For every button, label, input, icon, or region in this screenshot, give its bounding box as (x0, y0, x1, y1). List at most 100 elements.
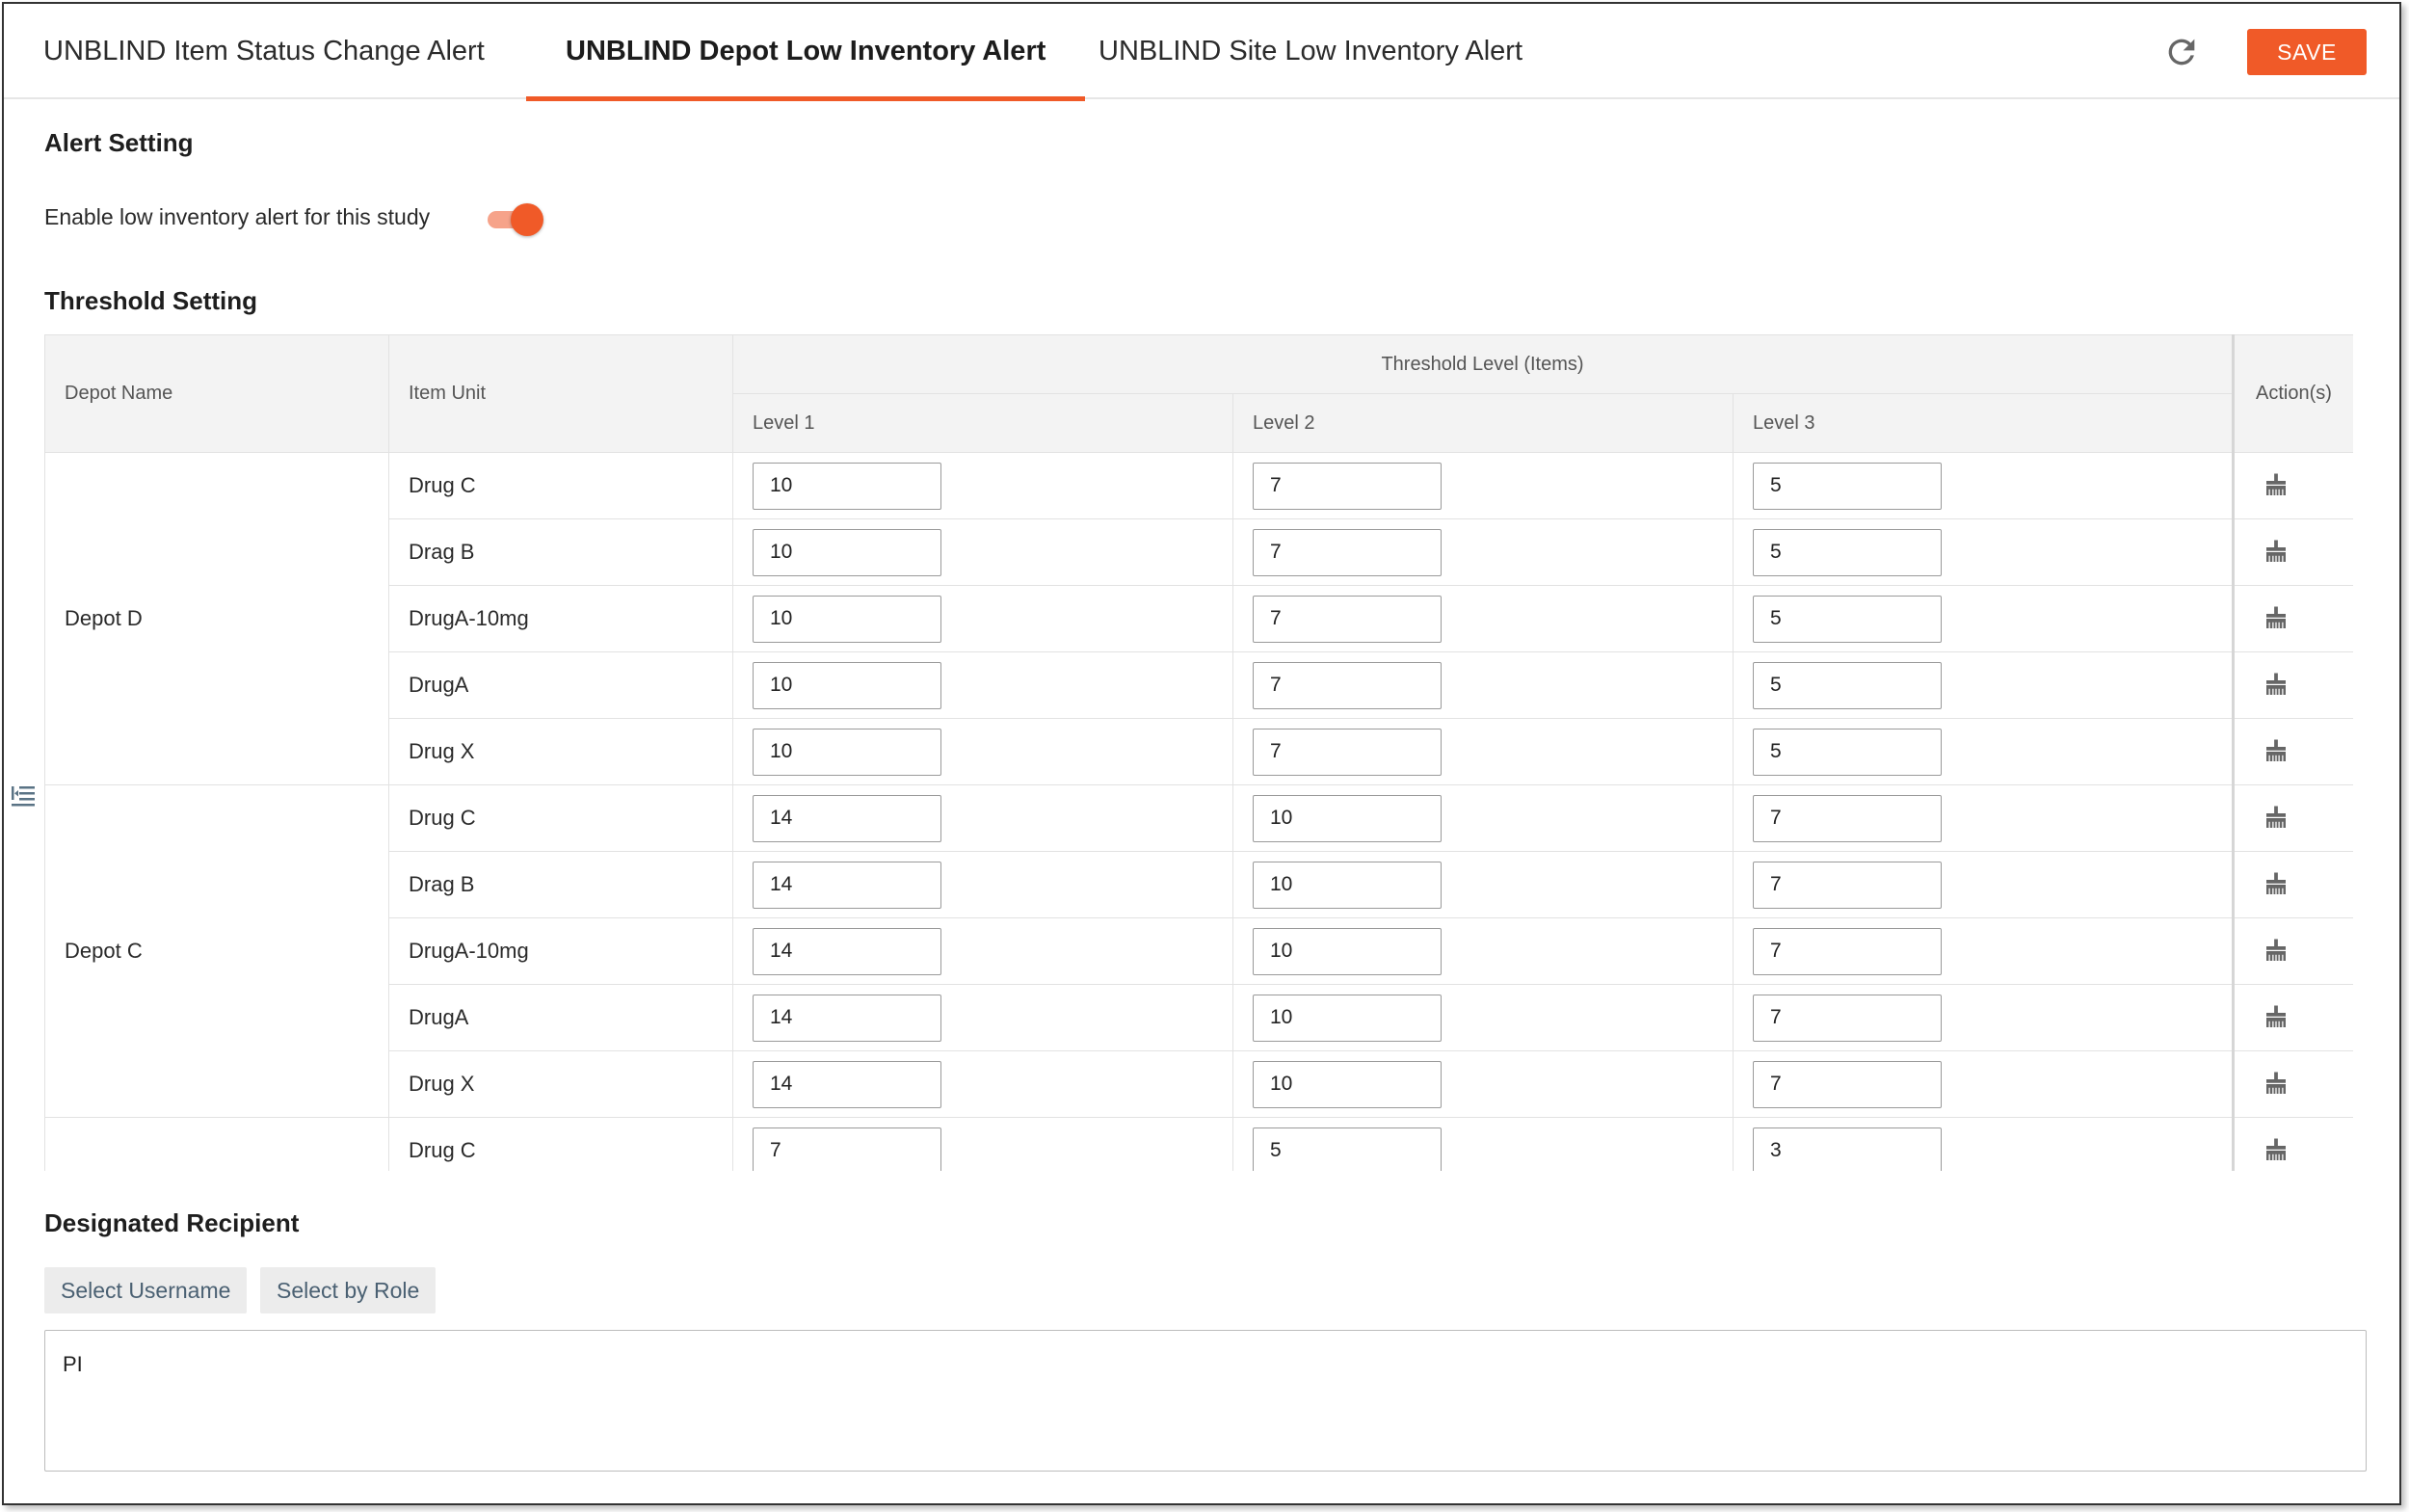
collapse-panel-icon[interactable] (8, 781, 39, 811)
level-3-input[interactable] (1753, 661, 1942, 709)
threshold-table-container[interactable]: Depot Name Item Unit Threshold Level (It… (44, 334, 2353, 1171)
level-1-cell (732, 585, 1233, 652)
level-2-input[interactable] (1253, 462, 1442, 510)
level-2-input[interactable] (1253, 528, 1442, 576)
level-2-cell (1232, 651, 1734, 719)
level-3-input[interactable] (1753, 927, 1942, 975)
level-2-cell (1232, 1050, 1734, 1118)
level-3-cell (1732, 651, 2234, 719)
level-1-cell (732, 917, 1233, 985)
level-2-header: Level 2 (1232, 393, 1734, 453)
action-cell (2232, 651, 2353, 719)
level-2-input[interactable] (1253, 794, 1442, 842)
level-1-input[interactable] (753, 1060, 941, 1108)
table-row: Drag B (45, 518, 2353, 586)
level-1-input[interactable] (753, 595, 941, 643)
broom-icon[interactable] (2262, 538, 2290, 567)
item-unit-cell: Drug C (388, 784, 733, 852)
item-unit-cell: DrugA-10mg (388, 585, 733, 652)
level-1-input[interactable] (753, 528, 941, 576)
tab-item-status-change-alert[interactable]: UNBLIND Item Status Change Alert (4, 4, 524, 99)
level-3-input[interactable] (1753, 728, 1942, 776)
broom-icon[interactable] (2262, 471, 2290, 500)
item-unit-cell: Drag B (388, 518, 733, 586)
broom-icon[interactable] (2262, 737, 2290, 766)
level-3-input[interactable] (1753, 994, 1942, 1042)
action-cell (2232, 1050, 2353, 1118)
item-unit-cell: Drug C (388, 452, 733, 519)
level-3-input[interactable] (1753, 861, 1942, 909)
level-1-input[interactable] (753, 994, 941, 1042)
enable-alert-toggle[interactable] (486, 202, 543, 236)
broom-icon[interactable] (2262, 671, 2290, 700)
level-2-input[interactable] (1253, 861, 1442, 909)
app-window: UNBLIND Item Status Change Alert UNBLIND… (2, 2, 2401, 1505)
table-row: Drag B (45, 851, 2353, 918)
level-3-input[interactable] (1753, 794, 1942, 842)
level-1-input[interactable] (753, 927, 941, 975)
level-1-cell (732, 1050, 1233, 1118)
level-2-cell (1232, 984, 1734, 1051)
tab-depot-low-inventory-alert[interactable]: UNBLIND Depot Low Inventory Alert (526, 4, 1086, 101)
recipient-field[interactable]: PI (44, 1330, 2367, 1472)
table-row: Depot C Drug C (44, 784, 2353, 1118)
select-by-role-button[interactable]: Select by Role (260, 1267, 437, 1313)
level-3-header: Level 3 (1732, 393, 2235, 453)
level-1-cell (732, 518, 1233, 586)
broom-icon[interactable] (2262, 1003, 2290, 1032)
level-3-input[interactable] (1753, 1127, 1942, 1171)
level-2-input[interactable] (1253, 1060, 1442, 1108)
level-2-input[interactable] (1253, 994, 1442, 1042)
action-cell (2232, 851, 2353, 918)
action-cell (2232, 452, 2353, 519)
select-username-button[interactable]: Select Username (44, 1267, 248, 1313)
depot-name-header: Depot Name (44, 334, 389, 453)
level-1-input[interactable] (753, 728, 941, 776)
level-1-cell (732, 784, 1233, 852)
broom-icon[interactable] (2262, 604, 2290, 633)
level-2-input[interactable] (1253, 927, 1442, 975)
designated-recipient-heading: Designated Recipient (44, 1208, 300, 1237)
broom-icon[interactable] (2262, 1136, 2290, 1165)
level-1-header: Level 1 (732, 393, 1233, 453)
level-2-cell (1232, 784, 1734, 852)
broom-icon[interactable] (2262, 870, 2290, 899)
broom-icon[interactable] (2262, 1070, 2290, 1099)
level-2-input[interactable] (1253, 1127, 1442, 1171)
action-cell (2232, 585, 2353, 652)
level-3-cell (1732, 984, 2234, 1051)
level-1-input[interactable] (753, 462, 941, 510)
refresh-icon[interactable] (2162, 33, 2201, 71)
action-cell (2232, 518, 2353, 586)
level-3-cell (1732, 1117, 2234, 1171)
broom-icon[interactable] (2262, 937, 2290, 966)
level-1-cell (732, 651, 1233, 719)
level-3-input[interactable] (1753, 1060, 1942, 1108)
level-3-cell (1732, 718, 2234, 785)
level-1-input[interactable] (753, 1127, 941, 1171)
level-3-input[interactable] (1753, 462, 1942, 510)
table-row: DrugA-10mg (45, 585, 2353, 652)
enable-alert-label: Enable low inventory alert for this stud… (44, 204, 431, 229)
level-1-input[interactable] (753, 661, 941, 709)
level-1-cell (732, 851, 1233, 918)
level-1-input[interactable] (753, 794, 941, 842)
level-2-input[interactable] (1253, 728, 1442, 776)
level-2-cell (1232, 917, 1734, 985)
broom-icon[interactable] (2262, 804, 2290, 833)
level-2-input[interactable] (1253, 595, 1442, 643)
table-row: DrugA-10mg (45, 917, 2353, 985)
threshold-table: Depot Name Item Unit Threshold Level (It… (44, 334, 2353, 1171)
alert-setting-heading: Alert Setting (44, 128, 194, 157)
item-unit-cell: DrugA (388, 984, 733, 1051)
save-button[interactable]: SAVE (2247, 29, 2367, 75)
level-3-cell (1732, 585, 2234, 652)
level-3-input[interactable] (1753, 595, 1942, 643)
item-unit-cell: Drag B (388, 851, 733, 918)
tab-site-low-inventory-alert[interactable]: UNBLIND Site Low Inventory Alert (1059, 4, 1562, 99)
table-row: Drug X (45, 1050, 2353, 1118)
level-1-input[interactable] (753, 861, 941, 909)
level-2-input[interactable] (1253, 661, 1442, 709)
threshold-table-body: Depot DDrug CDrag BDrugA-10mgDrugADrug X… (44, 452, 2353, 1171)
level-3-input[interactable] (1753, 528, 1942, 576)
